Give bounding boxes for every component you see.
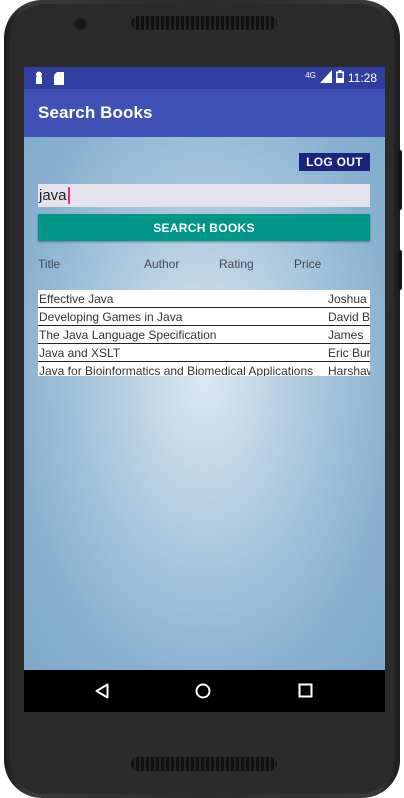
book-title: Effective Java <box>39 292 114 306</box>
status-time: 11:28 <box>347 71 377 85</box>
text-cursor <box>67 187 70 204</box>
signal-icon <box>319 70 332 86</box>
app-title: Search Books <box>38 103 153 122</box>
device-screen: 4G 11:28 Search Books LOG OUT java SEARC… <box>24 67 385 712</box>
book-author: Harshaw <box>328 364 370 376</box>
book-title: Java and XSLT <box>39 346 121 360</box>
book-author: David B <box>328 310 370 324</box>
list-item[interactable]: Developing Games in Java David B <box>38 308 370 326</box>
network-type: 4G <box>305 70 316 80</box>
header-price: Price <box>294 257 322 271</box>
header-title: Title <box>38 257 61 271</box>
list-item[interactable]: The Java Language Specification James <box>38 326 370 344</box>
volume-button <box>398 150 402 210</box>
notification-icon <box>34 70 44 89</box>
app-bar: Search Books <box>24 89 385 137</box>
list-item[interactable]: Effective Java Joshua <box>38 290 370 308</box>
status-bar: 4G 11:28 <box>24 67 385 89</box>
header-author: Author <box>144 257 180 271</box>
search-input[interactable]: java <box>38 184 370 207</box>
bottom-speaker <box>131 757 277 771</box>
battery-icon <box>335 70 344 86</box>
results-list[interactable]: Effective Java Joshua Developing Games i… <box>38 290 370 376</box>
back-icon[interactable] <box>95 683 109 703</box>
top-speaker <box>131 16 277 30</box>
book-title: Developing Games in Java <box>39 310 183 324</box>
logout-button[interactable]: LOG OUT <box>299 153 370 171</box>
book-author: James <box>328 328 364 342</box>
book-title: Java for Bioinformatics and Biomedical A… <box>39 364 314 376</box>
recents-icon[interactable] <box>298 683 313 702</box>
book-author: Eric Bur <box>328 346 370 360</box>
search-books-button[interactable]: SEARCH BOOKS <box>38 214 370 241</box>
list-item[interactable]: Java and XSLT Eric Bur <box>38 344 370 362</box>
search-input-value: java <box>39 187 67 204</box>
book-author: Joshua <box>328 292 367 306</box>
navigation-bar <box>24 670 385 712</box>
book-title: The Java Language Specification <box>39 328 217 342</box>
front-camera <box>76 19 86 29</box>
header-rating: Rating <box>219 257 254 271</box>
home-icon[interactable] <box>195 683 211 703</box>
power-button <box>398 250 402 290</box>
main-content: LOG OUT java SEARCH BOOKS Title Author R… <box>24 137 385 670</box>
sd-card-icon <box>54 70 64 89</box>
list-item[interactable]: Java for Bioinformatics and Biomedical A… <box>38 362 370 376</box>
